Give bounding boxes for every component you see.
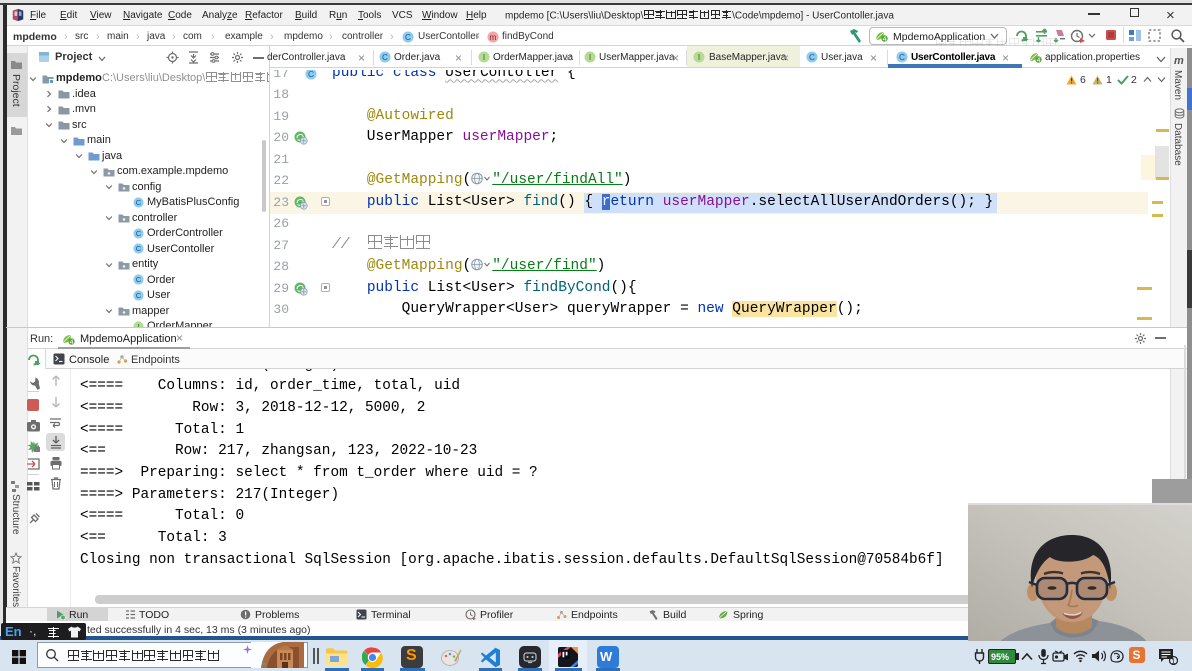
svg-text:I: I: [698, 52, 700, 62]
svg-text:C: C: [136, 291, 142, 300]
svg-text:m: m: [490, 32, 497, 42]
svg-text:C: C: [809, 52, 815, 62]
svg-text:C: C: [136, 229, 142, 238]
svg-text:C: C: [308, 70, 314, 79]
svg-text:I: I: [483, 52, 485, 62]
svg-text:4: 4: [70, 339, 74, 345]
svg-text:4: 4: [1037, 57, 1041, 63]
svg-text:C: C: [899, 52, 905, 62]
svg-text:C: C: [136, 275, 142, 284]
svg-text:C: C: [382, 52, 388, 62]
svg-text:4: 4: [883, 36, 887, 42]
svg-text:C: C: [136, 198, 142, 207]
svg-text:1: 1: [1171, 656, 1175, 665]
svg-text:C: C: [405, 32, 411, 42]
svg-text:I: I: [589, 52, 591, 62]
svg-text:C: C: [136, 244, 142, 253]
